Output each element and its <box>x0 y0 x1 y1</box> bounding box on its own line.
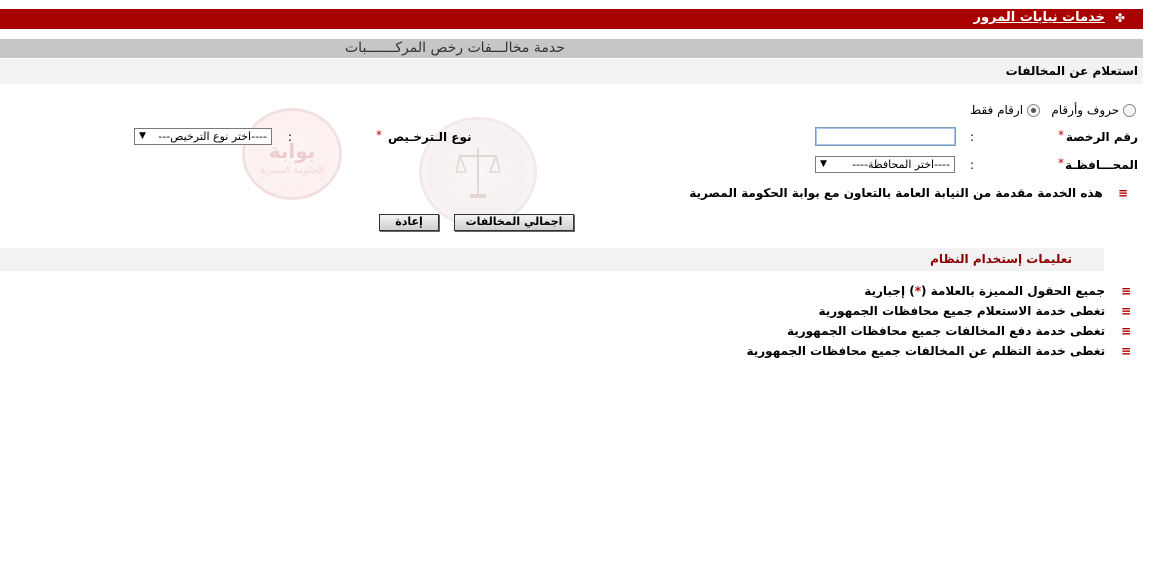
colon: : <box>288 130 293 144</box>
license-number-label: رقم الرخصة <box>1065 130 1138 144</box>
list-item: ≡ جميع الحقول المميزة بالعلامة (*) إجبار… <box>864 284 1131 298</box>
scales-icon <box>456 148 500 198</box>
letters-numbers-radio[interactable] <box>1123 104 1136 117</box>
required-mark: * <box>1058 156 1064 170</box>
list-bullet-icon: ≡ <box>1120 344 1131 358</box>
numbers-only-label: ارقام فقط <box>970 103 1024 117</box>
total-violations-button[interactable]: اجمالي المخالفات <box>454 214 574 231</box>
license-type-label: نوع الـترخـيص <box>388 130 472 144</box>
service-title: حدمة مخالـــفات رخص المركـــــــبات <box>345 40 565 56</box>
required-mark: * <box>1058 128 1064 142</box>
instruction-text: تغطى خدمة دفع المخالفات جميع محافظات الج… <box>786 324 1106 338</box>
instructions-header-bar: تعليمات إستخدام النظام <box>0 248 1104 271</box>
letters-numbers-label: حروف وأرقام <box>1051 103 1120 117</box>
list-item: ≡ تغطى خدمة دفع المخالفات جميع محافظات ا… <box>787 324 1131 338</box>
service-note-text: هذه الخدمة مقدمة من النيابة العامة بالتع… <box>689 186 1103 200</box>
traffic-prosecution-services-link[interactable]: خدمات نيابات المرور <box>973 10 1105 25</box>
license-type-selected-value: ----اختر نوع الترخيص--- <box>158 130 267 143</box>
instructions-title: تعليمات إستخدام النظام <box>930 252 1072 266</box>
dropdown-arrow-icon: ▼ <box>139 131 146 141</box>
colon: : <box>970 130 975 144</box>
list-bullet-icon: ≡ <box>1120 304 1131 318</box>
service-title-bar: حدمة مخالـــفات رخص المركـــــــبات <box>0 39 1143 58</box>
reset-button[interactable]: إعادة <box>379 214 439 231</box>
instruction-text: جميع الحقول المميزة بالعلامة (*) إجبارية <box>864 284 1106 298</box>
list-bullet-icon: ≡ <box>1120 324 1131 338</box>
license-number-input[interactable] <box>815 127 956 146</box>
numbers-only-radio[interactable] <box>1026 104 1040 117</box>
license-type-select[interactable]: ----اختر نوع الترخيص--- ▼ <box>134 128 272 145</box>
top-header-bar: ✤ خدمات نيابات المرور <box>0 9 1143 29</box>
bullet-icon: ✤ <box>1114 11 1125 25</box>
required-mark: * <box>376 128 382 142</box>
governorate-label: المحـــافظـة <box>1064 158 1138 172</box>
service-note: ≡ هذه الخدمة مقدمة من النيابة العامة بال… <box>689 186 1128 200</box>
portal-logo-watermark: بوابة الحكومة المصرية <box>242 108 342 200</box>
governorate-select[interactable]: ----اختر المحافظة---- ▼ <box>815 156 955 173</box>
governorate-selected-value: ----اختر المحافظة---- <box>852 158 950 171</box>
input-mode-radio-group: حروف وأرقام ارقام فقط <box>970 103 1136 117</box>
list-bullet-icon: ≡ <box>1120 284 1131 298</box>
inquiry-title: استعلام عن المخالفات <box>1005 64 1138 78</box>
instruction-text: تغطى خدمة التظلم عن المخالفات جميع محافظ… <box>746 344 1106 358</box>
inquiry-header-bar: استعلام عن المخالفات <box>0 59 1143 84</box>
colon: : <box>970 158 975 172</box>
dropdown-arrow-icon: ▼ <box>820 159 827 169</box>
list-item: ≡ تغطى خدمة الاستعلام جميع محافظات الجمه… <box>818 304 1131 318</box>
instruction-text: تغطى خدمة الاستعلام جميع محافظات الجمهور… <box>818 304 1106 318</box>
list-item: ≡ تغطى خدمة التظلم عن المخالفات جميع محا… <box>746 344 1131 358</box>
list-bullet-icon: ≡ <box>1117 186 1128 200</box>
watermark-subtext: الحكومة المصرية <box>260 166 324 177</box>
